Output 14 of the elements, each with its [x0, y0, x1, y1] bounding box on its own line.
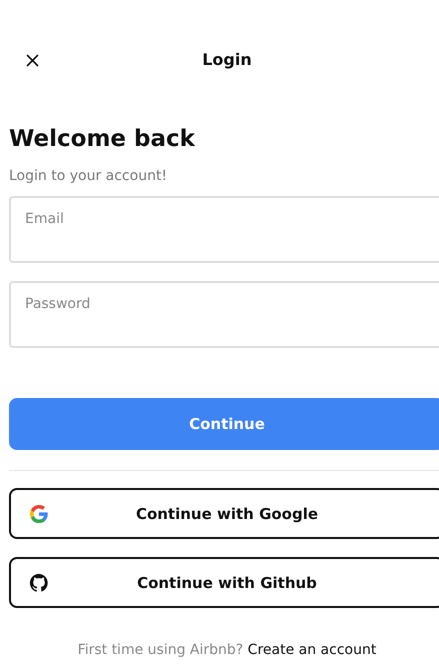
social-login-button[interactable]: Continue with Github [9, 557, 439, 608]
cat-silhouette-icon [29, 573, 49, 593]
google-g-icon [29, 504, 49, 524]
social-login-button[interactable]: Continue with Google [9, 488, 439, 539]
signup-prompt: First time using Airbnb? Create an account [76, 642, 378, 658]
input-field[interactable]: Email [9, 196, 439, 263]
close-button[interactable] [26, 54, 39, 67]
continue-button[interactable]: Continue [9, 398, 439, 450]
create-account-link[interactable]: Create an account [248, 642, 376, 658]
input-field[interactable]: Password [9, 281, 439, 348]
welcome-heading: Welcome back [9, 125, 196, 154]
close-icon [26, 54, 39, 67]
header-title: Login [202, 50, 252, 70]
subtitle: Login to your account! [9, 167, 168, 186]
